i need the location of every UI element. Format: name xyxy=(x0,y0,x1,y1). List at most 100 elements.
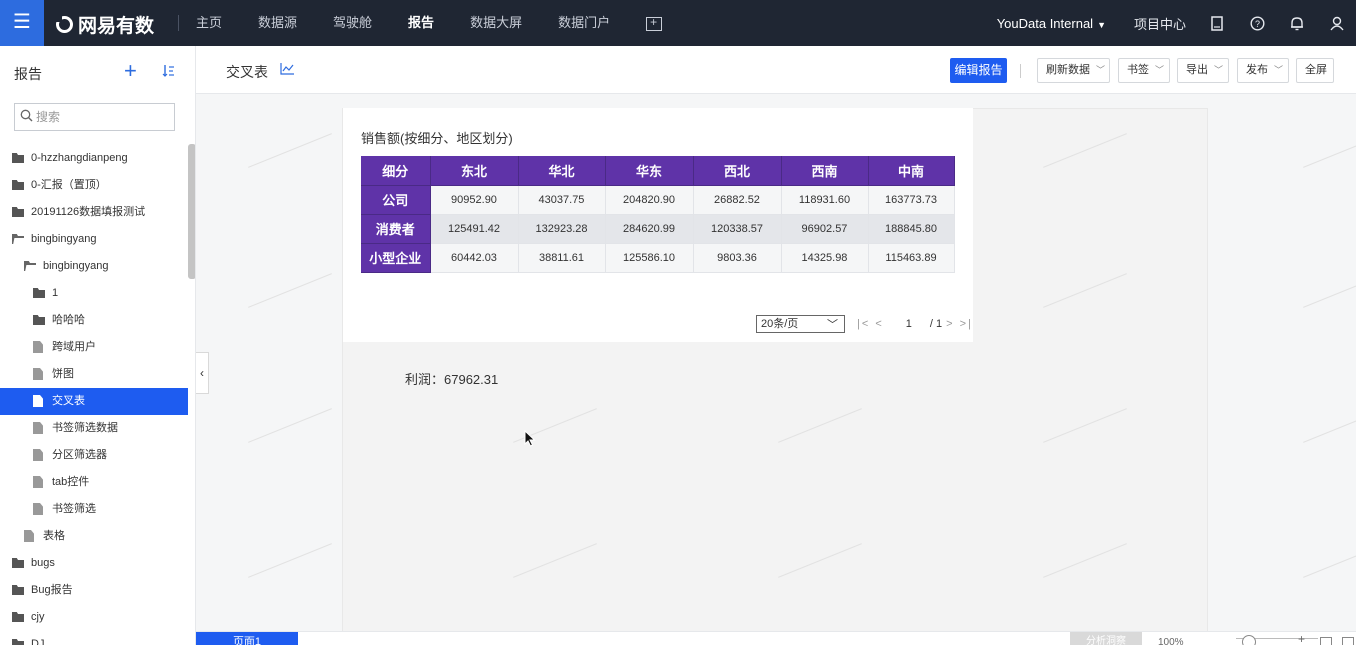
report-file-icon xyxy=(33,476,43,488)
zoom-level: 100% xyxy=(1158,637,1184,645)
help-icon[interactable]: ? xyxy=(1248,14,1266,32)
tree-item[interactable]: Bug报告 xyxy=(0,577,188,604)
tree-item[interactable]: bingbingyang xyxy=(0,253,188,280)
table-row: 消费者 125491.42 132923.28 284620.99 120338… xyxy=(361,214,955,244)
column-header[interactable]: 华北 xyxy=(518,156,606,186)
search-input[interactable] xyxy=(36,108,166,126)
total-pages: / 1 xyxy=(929,318,943,330)
folder-icon xyxy=(12,639,24,645)
sort-icon[interactable] xyxy=(162,64,175,80)
org-name: YouData Internal xyxy=(996,15,1094,31)
tree-item[interactable]: cjy xyxy=(0,604,188,631)
current-page[interactable]: 1 xyxy=(906,318,912,330)
project-center-link[interactable]: 项目中心 xyxy=(1134,14,1186,33)
row-header[interactable]: 小型企业 xyxy=(361,243,431,273)
notification-bell-icon[interactable] xyxy=(1288,14,1306,32)
column-header[interactable]: 中南 xyxy=(868,156,955,186)
chevron-down-icon: ﹀ xyxy=(1155,65,1165,75)
export-button[interactable]: 导出 ﹀ xyxy=(1177,58,1229,83)
svg-text:?: ? xyxy=(1254,19,1259,29)
column-header[interactable]: 西北 xyxy=(693,156,782,186)
tree-item[interactable]: 哈哈哈 xyxy=(0,307,188,334)
tree-item[interactable]: 表格 xyxy=(0,523,188,550)
publish-button[interactable]: 发布 ﹀ xyxy=(1237,58,1289,83)
table-cell: 284620.99 xyxy=(605,214,694,244)
bookmark-button[interactable]: 书签 ﹀ xyxy=(1118,58,1170,83)
watermark-mark xyxy=(248,543,332,578)
table-cell: 43037.75 xyxy=(518,185,606,215)
tree-item-label: 书签筛选 xyxy=(52,503,96,515)
nav-report[interactable]: 报告 xyxy=(408,0,434,46)
collapse-sidebar-button[interactable]: ‹ xyxy=(196,352,209,394)
tree-item[interactable]: 饼图 xyxy=(0,361,188,388)
column-header[interactable]: 西南 xyxy=(781,156,869,186)
report-file-icon xyxy=(33,449,43,461)
edit-report-button[interactable]: 编辑报告 xyxy=(950,58,1007,83)
fullscreen-button[interactable]: 全屏 xyxy=(1296,58,1334,83)
table-cell: 26882.52 xyxy=(693,185,782,215)
report-file-icon xyxy=(33,422,43,434)
bottom-bar: 页面1 分析洞察 100% + xyxy=(196,631,1356,645)
nav-cockpit[interactable]: 驾驶舱 xyxy=(333,0,372,46)
row-header[interactable]: 公司 xyxy=(361,185,431,215)
tree-item[interactable]: bingbingyang xyxy=(0,226,188,253)
fit-page-icon[interactable] xyxy=(1342,637,1354,645)
org-selector[interactable]: YouData Internal ▼ xyxy=(997,16,1106,31)
tree-item-label: 0-hzzhangdianpeng xyxy=(31,152,128,164)
report-file-icon xyxy=(24,530,34,542)
table-cell: 115463.89 xyxy=(868,243,955,273)
folder-icon xyxy=(33,288,45,298)
tree-item[interactable]: DJ xyxy=(0,631,188,645)
watermark-mark xyxy=(248,133,332,168)
tree-item[interactable]: 跨域用户 xyxy=(0,334,188,361)
table-cell: 38811.61 xyxy=(518,243,606,273)
tree-item[interactable]: 交叉表 xyxy=(0,388,188,415)
publish-label: 发布 xyxy=(1246,64,1268,76)
folder-open-icon xyxy=(12,234,24,244)
table-cell: 120338.57 xyxy=(693,214,782,244)
zoom-slider-handle[interactable] xyxy=(1242,635,1256,645)
profit-kpi-text: 利润：67962.31 xyxy=(405,372,499,387)
row-header[interactable]: 消费者 xyxy=(361,214,431,244)
tree-item[interactable]: 1 xyxy=(0,280,188,307)
menu-icon[interactable]: ☰ xyxy=(0,0,44,46)
watermark-mark xyxy=(1303,543,1356,578)
page-size-select[interactable]: 20条/页 ﹀ xyxy=(756,315,845,333)
table-cell: 9803.36 xyxy=(693,243,782,273)
column-header[interactable]: 华东 xyxy=(605,156,694,186)
column-header[interactable]: 东北 xyxy=(430,156,519,186)
tree-item[interactable]: 0-汇报（置顶） xyxy=(0,172,188,199)
tree-item[interactable]: 20191126数据填报测试 xyxy=(0,199,188,226)
tree-item[interactable]: 分区筛选器 xyxy=(0,442,188,469)
bookmark-icon[interactable] xyxy=(1208,14,1226,32)
brand-logo[interactable]: 网易有数 xyxy=(54,11,155,38)
tree-item[interactable]: bugs xyxy=(0,550,188,577)
line-chart-icon[interactable] xyxy=(280,62,295,78)
user-icon[interactable] xyxy=(1328,14,1346,32)
refresh-data-button[interactable]: 刷新数据 ﹀ xyxy=(1037,58,1110,83)
nav-big-screen[interactable]: 数据大屏 xyxy=(470,0,522,46)
tree-item[interactable]: 书签筛选 xyxy=(0,496,188,523)
more-apps-icon[interactable] xyxy=(646,15,663,31)
page-tab[interactable]: 页面1 xyxy=(196,632,298,645)
next-page-icon[interactable]: > >| xyxy=(946,318,973,330)
tree-item[interactable]: 书签筛选数据 xyxy=(0,415,188,442)
add-icon[interactable]: + xyxy=(124,60,137,82)
nav-data-portal[interactable]: 数据门户 xyxy=(558,0,610,46)
sidebar-scrollbar[interactable] xyxy=(188,144,195,279)
table-cell: 204820.90 xyxy=(605,185,694,215)
brand-name: 网易有数 xyxy=(78,16,155,37)
analysis-insight-button[interactable]: 分析洞察 xyxy=(1070,632,1142,645)
chevron-down-icon: ﹀ xyxy=(827,319,838,331)
zoom-in-icon[interactable]: + xyxy=(1298,632,1305,645)
topbar-divider xyxy=(178,15,179,31)
tree-item[interactable]: tab控件 xyxy=(0,469,188,496)
tree-item[interactable]: 0-hzzhangdianpeng xyxy=(0,145,188,172)
chevron-down-icon: ﹀ xyxy=(1214,65,1224,75)
first-page-icon[interactable]: |< < xyxy=(857,318,884,330)
nav-home[interactable]: 主页 xyxy=(196,0,222,46)
table-cell: 96902.57 xyxy=(781,214,869,244)
fit-width-icon[interactable] xyxy=(1320,637,1332,645)
nav-datasource[interactable]: 数据源 xyxy=(258,0,297,46)
corner-header: 细分 xyxy=(361,156,431,186)
